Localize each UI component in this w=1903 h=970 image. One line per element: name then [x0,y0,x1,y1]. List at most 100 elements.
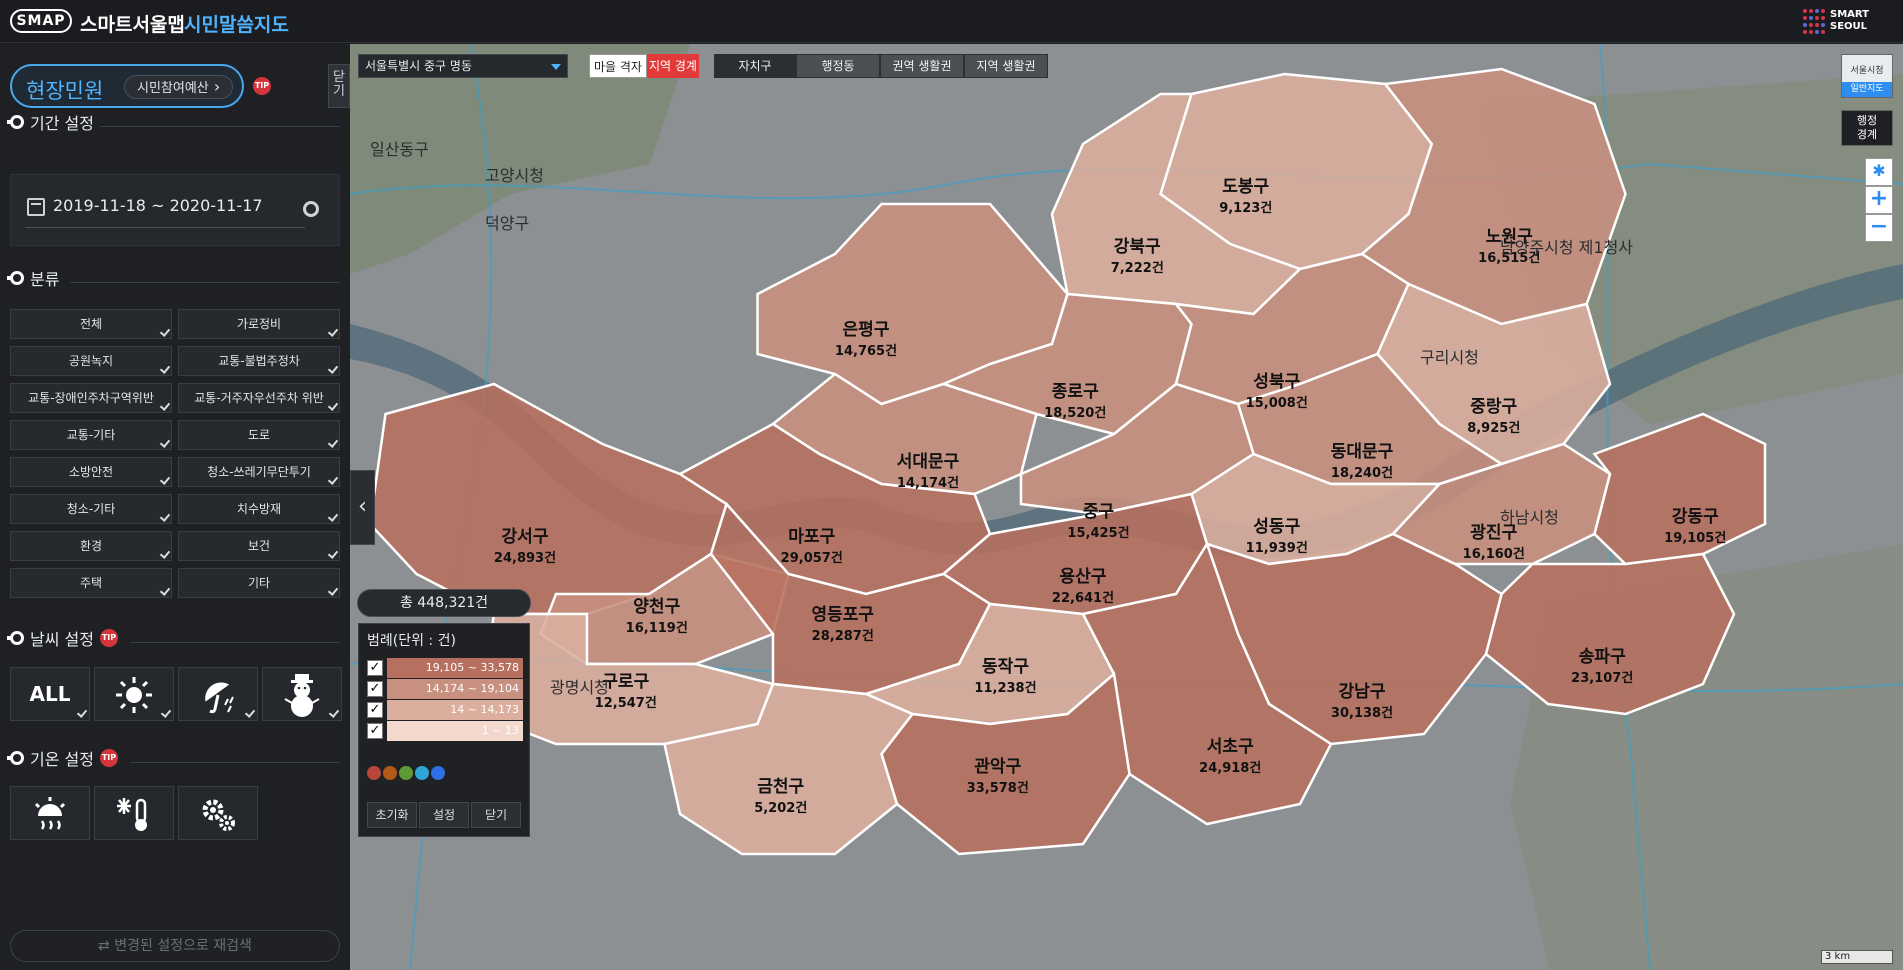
weather-tip-icon[interactable]: TIP [99,629,118,647]
place-label: 고양시청 [485,166,544,185]
boundary-toggle[interactable]: 지역 경계 [647,54,699,78]
refresh-icon: ⇄ [98,938,115,954]
category-button-fire[interactable]: 소방안전 [10,457,172,487]
legend-row[interactable]: ✓ 14 ~ 14,173 [367,700,523,720]
area-select-dropdown[interactable]: 서울특별시 중구 명동 [358,54,568,78]
smap-logo[interactable]: SMAP [10,9,72,33]
check-icon [327,474,339,485]
place-label: 일산동구 [370,140,429,159]
legend-row[interactable]: ✓ 14,174 ~ 19,104 [367,679,523,699]
zoom-in-button[interactable]: + [1865,186,1893,214]
temperature-section-title: 기온 설정 TIP [7,746,118,770]
legend-row[interactable]: ✓ 1 ~ 13 [367,721,523,741]
section-bullet-icon [7,631,24,645]
category-button-health[interactable]: 보건 [178,531,340,561]
toolbar-btn-region-zone[interactable]: 권역 생활권 [880,54,964,78]
legend-row[interactable]: ✓ 19,105 ~ 33,578 [367,658,523,678]
category-label: 환경 [79,539,103,553]
category-button-all[interactable]: 전체 [10,309,172,339]
palette-swatch[interactable] [399,766,413,780]
category-button-parking[interactable]: 교통-불법주정차 [178,346,340,376]
temp-settings-button[interactable] [178,786,258,840]
category-button-etc[interactable]: 기타 [178,568,340,598]
app-root: SMAP 스마트서울맵 시민말씀지도 SMART SEOUL 현장민원 시민참여… [0,0,1903,970]
category-button-park[interactable]: 공원녹지 [10,346,172,376]
category-label: 도로 [247,428,271,442]
legend-range-label: 1 ~ 13 [387,721,523,741]
category-button-traffic-etc[interactable]: 교통-기타 [10,420,172,450]
map-type-toggle[interactable]: 서울시청 일반지도 [1841,54,1893,98]
sidebar-collapse-tab[interactable]: ‹ [350,470,375,545]
weather-sunny-button[interactable] [94,667,174,721]
weather-snow-button[interactable] [262,667,342,721]
category-button-dumping[interactable]: 청소-쓰레기무단투기 [178,457,340,487]
place-label: 구리시청 [1420,348,1479,367]
admin-boundary-toggle[interactable]: 행정 경계 [1841,110,1893,146]
period-section-title: 기간 설정 [7,110,94,134]
admin-boundary-label-1: 행정 [1856,114,1878,127]
temp-heat-button[interactable] [10,786,90,840]
category-section-title: 분류 [7,266,59,290]
toolbar-btn-gu[interactable]: 자치구 [714,54,796,78]
compass-icon[interactable]: ✱ [1865,158,1893,186]
category-button-road[interactable]: 도로 [178,420,340,450]
check-icon [76,707,88,718]
weather-all-button[interactable]: ALL [10,667,90,721]
app-title: 스마트서울맵 [80,14,185,36]
palette-swatch[interactable] [367,766,381,780]
weather-rain-button[interactable] [178,667,258,721]
category-label: 교통-거주자우선주차 위반 [194,391,324,405]
legend-reset-button[interactable]: 초기화 [367,802,417,828]
check-icon [327,326,339,337]
legend-checkbox[interactable]: ✓ [367,723,383,739]
check-icon [327,437,339,448]
section-bullet-icon [7,115,24,129]
palette-swatch[interactable] [431,766,445,780]
brand-line-2: SEOUL [1830,21,1868,32]
citizen-budget-button[interactable]: 시민참여예산 [124,75,234,99]
legend-settings-button[interactable]: 설정 [419,802,469,828]
check-icon [244,707,256,718]
palette-swatch[interactable] [415,766,429,780]
place-label: 광명시청 [550,678,609,697]
temp-cold-button[interactable] [94,786,174,840]
divider [130,762,340,763]
date-settings-gear-icon[interactable] [303,201,319,217]
scale-bar: 3 km [1821,950,1893,964]
category-button-disabled-parking[interactable]: 교통-장애인주차구역위반 [10,383,172,413]
category-button-environment[interactable]: 환경 [10,531,172,561]
category-button-resident-parking[interactable]: 교통-거주자우선주차 위반 [178,383,340,413]
category-button-street[interactable]: 가로정비 [178,309,340,339]
category-grid: 전체 가로정비공원녹지 교통-불법주정차 교통-장애인주차구역위반 교통-거주자우선주차… [10,309,340,598]
minwon-label: 현장민원 [26,79,104,103]
category-label: 가로정비 [236,317,282,331]
weather-title-text: 날씨 설정 [30,630,94,649]
legend-close-button[interactable]: 닫기 [471,802,521,828]
map-canvas[interactable]: 도봉구 9,123건 노원구 16,515건 강북구 7,222건 은평구 14,765건 종로… [350,44,1903,970]
category-button-flood[interactable]: 치수방재 [178,494,340,524]
category-button-cleaning-etc[interactable]: 청소-기타 [10,494,172,524]
divider [130,642,340,643]
app-subtitle: 시민말씀지도 [184,14,289,36]
temperature-tip-icon[interactable]: TIP [99,749,118,767]
toolbar-btn-local-zone[interactable]: 지역 생활권 [964,54,1048,78]
check-icon [328,707,340,718]
grid-toggle[interactable]: 마을 격자 [589,54,647,78]
date-range-box[interactable]: 2019-11-18 ~ 2020-11-17 [10,174,340,246]
legend-checkbox[interactable]: ✓ [367,702,383,718]
legend-range-label: 19,105 ~ 33,578 [387,658,523,678]
sidebar-close-tab[interactable]: 닫기 [328,64,350,108]
category-button-housing[interactable]: 주택 [10,568,172,598]
minwon-selector[interactable]: 현장민원 시민참여예산 [10,64,244,108]
minwon-tip-icon[interactable]: TIP [253,77,271,95]
category-label: 치수방재 [236,502,282,516]
research-button[interactable]: ⇄ 변경된 설정으로 재검색 [10,930,340,962]
legend-checkbox[interactable]: ✓ [367,681,383,697]
date-range-text[interactable]: 2019-11-18 ~ 2020-11-17 [53,196,263,215]
palette-swatch[interactable] [383,766,397,780]
zoom-out-button[interactable]: − [1865,214,1893,242]
period-title-text: 기간 설정 [30,114,94,133]
toolbar-btn-dong[interactable]: 행정동 [796,54,880,78]
calendar-icon[interactable] [27,198,45,216]
legend-checkbox[interactable]: ✓ [367,660,383,676]
